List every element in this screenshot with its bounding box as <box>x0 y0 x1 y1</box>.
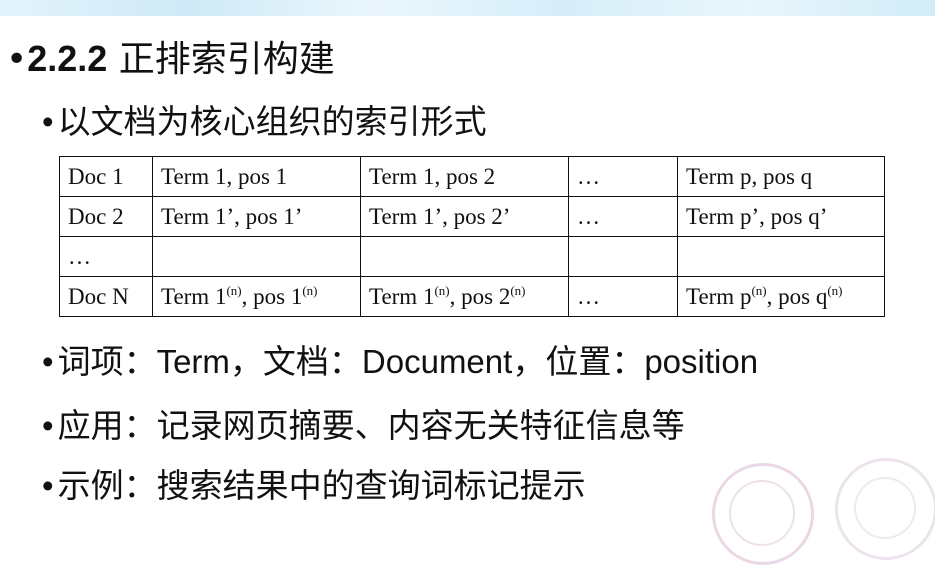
table-cell: Term 1’, pos 2’ <box>360 196 569 237</box>
cell-text: , pos 1 <box>241 283 303 309</box>
bullet-marker: • <box>42 407 54 444</box>
bullet-subtitle: • 以文档为核心组织的索引形式 <box>42 100 487 144</box>
table-cell: Term p’, pos q’ <box>677 196 885 237</box>
heading-bullet: • <box>6 39 28 80</box>
cell-superscript: (n) <box>827 282 843 298</box>
table-cell <box>360 236 569 277</box>
table-cell: Term 1(n), pos 2(n) <box>360 276 569 317</box>
terms-sep-position: ，位置： <box>512 342 645 381</box>
seal-inner-ring <box>729 480 795 546</box>
table-cell: Term 1, pos 2 <box>360 156 569 197</box>
table-row: … <box>59 236 885 277</box>
table-cell: Doc N <box>59 276 153 317</box>
table-cell: Term 1, pos 1 <box>152 156 361 197</box>
heading-title: 正排索引构建 <box>118 39 335 80</box>
table-cell: Term 1(n), pos 1(n) <box>152 276 361 317</box>
bullet-terms: • 词项：Term，文档：Document，位置：position <box>42 340 758 384</box>
table-cell: … <box>59 236 153 277</box>
table-cell <box>568 236 678 277</box>
slide-heading: •2.2.2 正排索引构建 <box>6 36 335 83</box>
table-cell: Term 1’, pos 1’ <box>152 196 361 237</box>
cell-superscript: (n) <box>751 282 767 298</box>
table-cell: Doc 2 <box>59 196 153 237</box>
seal-inner-ring <box>854 477 916 539</box>
cell-superscript: (n) <box>226 282 242 298</box>
bullet-application-text: 应用：记录网页摘要、内容无关特征信息等 <box>57 406 685 445</box>
university-seal-watermark-2 <box>835 458 935 560</box>
terms-term: Term <box>156 343 230 380</box>
table-cell: Doc 1 <box>59 156 153 197</box>
cell-text: Term 1 <box>161 283 227 309</box>
table-cell: Term p, pos q <box>677 156 885 197</box>
bullet-marker: • <box>42 343 54 380</box>
terms-sep-document: ，文档： <box>229 342 362 381</box>
terms-document: Document <box>361 343 513 380</box>
cell-text: Term 1 <box>369 283 435 309</box>
cell-text: Term p <box>686 283 752 309</box>
bullet-marker: • <box>42 467 54 504</box>
cell-superscript: (n) <box>510 282 526 298</box>
forward-index-table: Doc 1 Term 1, pos 1 Term 1, pos 2 … Term… <box>59 156 885 317</box>
bullet-marker: • <box>42 103 54 140</box>
table-cell <box>152 236 361 277</box>
table-row: Doc 2 Term 1’, pos 1’ Term 1’, pos 2’ … … <box>59 196 885 237</box>
bullet-application: • 应用：记录网页摘要、内容无关特征信息等 <box>42 404 685 448</box>
bullet-example: • 示例：搜索结果中的查询词标记提示 <box>42 464 586 508</box>
cell-superscript: (n) <box>302 282 318 298</box>
table-cell: … <box>568 276 678 317</box>
heading-number: 2.2.2 <box>27 38 108 79</box>
table-row: Doc N Term 1(n), pos 1(n) Term 1(n), pos… <box>59 276 885 317</box>
cell-superscript: (n) <box>434 282 450 298</box>
cell-text: , pos q <box>766 283 828 309</box>
table-cell <box>677 236 885 277</box>
top-decorative-band <box>0 0 935 16</box>
table-cell: … <box>568 196 678 237</box>
terms-position: position <box>644 343 759 380</box>
terms-prefix: 词项： <box>57 342 157 381</box>
bullet-subtitle-text: 以文档为核心组织的索引形式 <box>57 102 487 141</box>
table-row: Doc 1 Term 1, pos 1 Term 1, pos 2 … Term… <box>59 156 885 197</box>
table-cell: Term p(n), pos q(n) <box>677 276 885 317</box>
cell-text: , pos 2 <box>449 283 511 309</box>
bullet-example-text: 示例：搜索结果中的查询词标记提示 <box>57 466 586 505</box>
table-cell: … <box>568 156 678 197</box>
university-seal-watermark <box>712 463 814 565</box>
